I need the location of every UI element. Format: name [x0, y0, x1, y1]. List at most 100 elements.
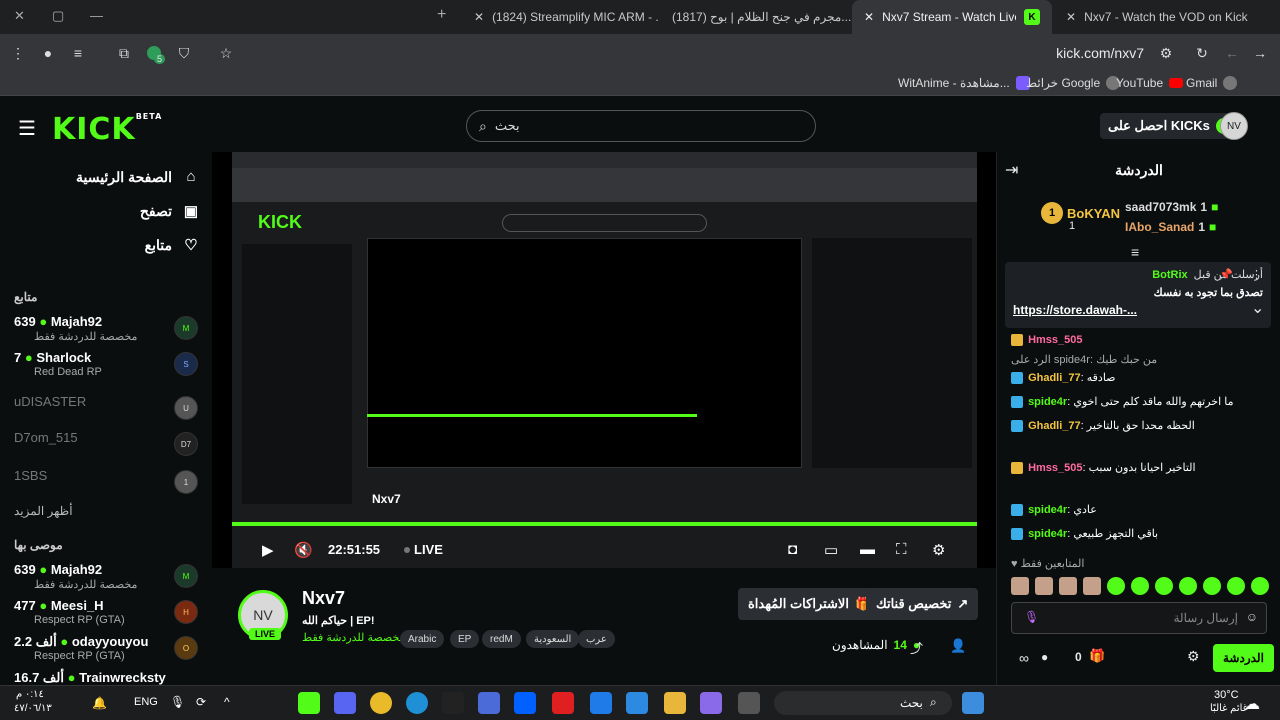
share-icon[interactable]: ⤴: [910, 638, 923, 657]
chat-username[interactable]: Ghadli_77: [1028, 372, 1081, 384]
theatre-mode-icon[interactable]: ▭: [824, 541, 838, 559]
maximize-window-icon[interactable]: ▢: [52, 8, 64, 24]
bookmark-gmail[interactable]: Gmail: [1186, 76, 1238, 90]
kick-logo[interactable]: KICKBETA: [52, 112, 162, 147]
emote-icon[interactable]: [1227, 577, 1245, 595]
follow-person-icon[interactable]: 👤: [950, 638, 966, 654]
emote-icon[interactable]: [1035, 577, 1053, 595]
recommended-channel[interactable]: 477 ● Meesi_H Respect RP (GTA) H: [14, 598, 200, 632]
playback-progress-bar[interactable]: [232, 522, 977, 526]
minimize-window-icon[interactable]: —: [90, 8, 103, 23]
language-indicator[interactable]: ENG: [134, 696, 158, 708]
customize-channel-button[interactable]: تخصيص قناتك ↗: [866, 588, 979, 620]
play-icon[interactable]: ▶: [262, 541, 274, 559]
emote-icon[interactable]: [1011, 577, 1029, 595]
user-avatar[interactable]: NV: [1220, 112, 1248, 140]
menu-dots-icon[interactable]: ⋮: [8, 43, 28, 63]
chevron-down-icon[interactable]: ⌄: [1251, 298, 1264, 318]
emote-icon[interactable]: [1107, 577, 1125, 595]
media-control-icon[interactable]: ≡: [68, 43, 88, 63]
chrome-app-icon[interactable]: [370, 692, 392, 714]
url-field[interactable]: kick.com/nxv7: [1056, 45, 1144, 61]
emote-icon[interactable]: [1203, 577, 1221, 595]
app-icon[interactable]: [478, 692, 500, 714]
following-channel[interactable]: 639 ● Majah92 مخصصة للدردشة فقط M: [14, 314, 200, 348]
extensions-puzzle-icon[interactable]: ⧉: [114, 43, 134, 63]
chat-username[interactable]: Hmss_505: [1028, 462, 1082, 474]
close-window-icon[interactable]: ✕: [14, 8, 25, 24]
store-app-icon[interactable]: [626, 692, 648, 714]
emoji-icon[interactable]: ☺: [1246, 610, 1258, 624]
task-view-icon[interactable]: [738, 692, 760, 714]
infinity-icon[interactable]: ∞: [1019, 650, 1029, 666]
recommended-channel[interactable]: 639 ● Majah92 مخصصة للدردشة فقط M: [14, 562, 200, 596]
tab-youtube-video[interactable]: (1817) مجرم في جنح الظلام | بوح...: [660, 0, 852, 34]
emote-icon[interactable]: [1083, 577, 1101, 595]
close-tab-icon[interactable]: ✕: [474, 10, 484, 24]
settings-gear-icon[interactable]: ⚙: [932, 541, 945, 559]
emote-icon[interactable]: [1131, 577, 1149, 595]
pin-icon[interactable]: 📌: [1219, 268, 1233, 281]
chat-scroll-icon[interactable]: ≡: [1131, 244, 1139, 260]
chat-send-button[interactable]: الدردشة: [1213, 644, 1274, 672]
bookmark-youtube[interactable]: YouTube: [1116, 76, 1184, 90]
epic-games-app-icon[interactable]: [442, 692, 464, 714]
stream-category[interactable]: مخصصة للدردشة فقط: [302, 631, 405, 644]
following-channel-offline[interactable]: 1SBS 1: [14, 468, 200, 502]
chat-username[interactable]: spide4r: [1028, 504, 1067, 516]
stream-tag[interactable]: EP: [450, 630, 480, 648]
mail-app-icon[interactable]: [590, 692, 612, 714]
nav-browse[interactable]: تصفح ▣: [140, 202, 200, 221]
picture-in-picture-icon[interactable]: ▬: [860, 541, 875, 558]
stream-tag[interactable]: Arabic: [400, 630, 445, 648]
chevron-up-icon[interactable]: ^: [224, 695, 230, 709]
forward-arrow-icon[interactable]: ←: [1222, 43, 1242, 63]
reload-icon[interactable]: ↻: [1192, 43, 1212, 63]
video-player[interactable]: KICK Nxv7 ▶ 🔇 22:51:55 LIVE ◘ ▭ ▬ ⛶ ⚙: [212, 152, 996, 568]
app-icon[interactable]: [552, 692, 574, 714]
tab-streamplify[interactable]: ✕ (1824) Streamplify MIC ARM - ...: [462, 0, 658, 34]
nav-following[interactable]: متابع ♡: [145, 236, 200, 255]
emote-icon[interactable]: [1155, 577, 1173, 595]
tab-nxv7-live[interactable]: ✕ Nxv7 Stream - Watch Live on Kick K: [852, 0, 1052, 34]
tab-nxv7-vod[interactable]: ✕ Nxv7 - Watch the VOD on Kick K: [1054, 0, 1254, 34]
emote-icon[interactable]: [1251, 577, 1269, 595]
weather-cloud-icon[interactable]: ☁: [1244, 694, 1260, 714]
following-channel[interactable]: 7 ● Sharlock Red Dead RP S: [14, 350, 200, 384]
chat-username[interactable]: spide4r: [1028, 396, 1067, 408]
back-arrow-icon[interactable]: →: [1250, 43, 1270, 63]
gifted-subs-button[interactable]: الاشتراكات المُهداة 🎁: [738, 588, 882, 620]
edge-app-icon[interactable]: [406, 692, 428, 714]
emote-icon[interactable]: [1179, 577, 1197, 595]
stream-tag[interactable]: السعودية: [526, 630, 580, 648]
recommended-channel[interactable]: 16.7 ألف ● Trainwrecksty: [14, 670, 200, 685]
network-icon[interactable]: ⟳: [196, 695, 206, 709]
chat-input[interactable]: 🎙 إرسال رسالة ☺: [1011, 602, 1267, 634]
notification-bell-icon[interactable]: 🔔: [92, 696, 107, 710]
bookmark-witanime[interactable]: WitAnime - مشاهدة...: [898, 76, 1030, 90]
file-explorer-icon[interactable]: [664, 692, 686, 714]
recommended-channel[interactable]: 2.2 ألف ● odayyouyou Respect RP (GTA) O: [14, 634, 200, 668]
extension-avatar-icon[interactable]: ●: [38, 43, 58, 63]
close-tab-icon[interactable]: ✕: [864, 10, 874, 24]
pinned-link[interactable]: https://store.dawah-...: [1013, 303, 1263, 317]
streamer-name[interactable]: Nxv7: [302, 588, 345, 609]
users-icon[interactable]: ●: [1041, 650, 1048, 664]
search-input[interactable]: ⌕ بحث: [466, 110, 816, 142]
chat-username[interactable]: Ghadli_77: [1028, 420, 1081, 432]
taskbar-search[interactable]: بحث ⌕: [774, 691, 952, 715]
chat-settings-gear-icon[interactable]: ⚙: [1187, 648, 1200, 665]
following-channel-offline[interactable]: uDISASTER U: [14, 394, 200, 428]
close-tab-icon[interactable]: ✕: [1066, 10, 1076, 24]
chat-username[interactable]: Hmss_505: [1028, 334, 1082, 346]
shield-icon[interactable]: ⛉: [174, 43, 194, 63]
fullscreen-icon[interactable]: ⛶: [896, 541, 907, 558]
site-settings-icon[interactable]: ⚙: [1156, 43, 1176, 63]
dropbox-app-icon[interactable]: [514, 692, 536, 714]
kick-app-icon[interactable]: [298, 692, 320, 714]
show-more-link[interactable]: أظهر المزيد: [14, 504, 73, 518]
microphone-icon[interactable]: 🎙: [1024, 610, 1039, 624]
emote-icon[interactable]: [1059, 577, 1077, 595]
bookmark-google-maps[interactable]: خرائط Google: [1026, 76, 1121, 90]
new-tab-icon[interactable]: +: [437, 6, 446, 24]
